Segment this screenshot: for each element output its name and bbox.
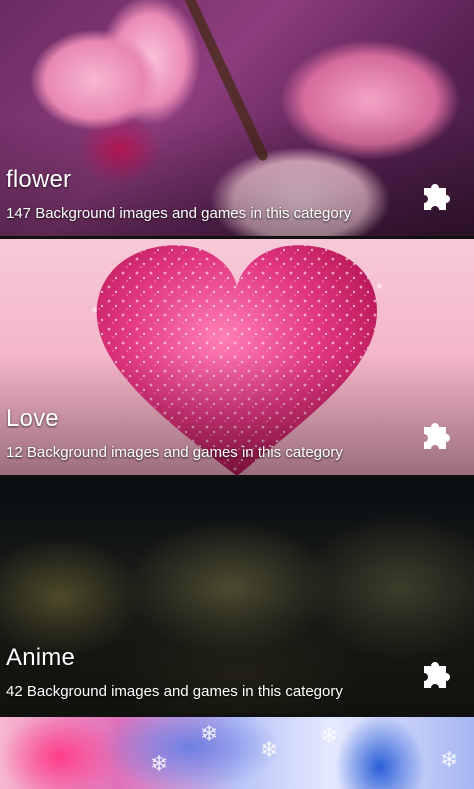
- category-title: Love: [6, 405, 59, 432]
- category-card-partial[interactable]: ❄ ❄ ❄ ❄ ❄: [0, 717, 474, 789]
- puzzle-icon[interactable]: [420, 178, 454, 212]
- category-image-winter: [0, 717, 474, 789]
- category-card-love[interactable]: Love 12 Background images and games in t…: [0, 239, 474, 475]
- category-card-flower[interactable]: flower 147 Background images and games i…: [0, 0, 474, 236]
- category-title: Anime: [6, 644, 76, 671]
- snowflake-icon: ❄: [260, 737, 279, 762]
- puzzle-icon[interactable]: [420, 656, 454, 690]
- category-card-anime[interactable]: Anime 42 Background images and games in …: [0, 478, 474, 714]
- snowflake-icon: ❄: [150, 751, 169, 776]
- category-list: flower 147 Background images and games i…: [0, 0, 474, 789]
- category-title: flower: [6, 166, 72, 193]
- snowflake-icon: ❄: [200, 721, 219, 746]
- snowflake-icon: ❄: [440, 747, 459, 772]
- category-subtitle: 12 Background images and games in this c…: [6, 444, 343, 461]
- category-subtitle: 42 Background images and games in this c…: [6, 683, 343, 700]
- snowflake-icon: ❄: [320, 723, 339, 748]
- puzzle-icon[interactable]: [420, 417, 454, 451]
- category-subtitle: 147 Background images and games in this …: [6, 205, 352, 222]
